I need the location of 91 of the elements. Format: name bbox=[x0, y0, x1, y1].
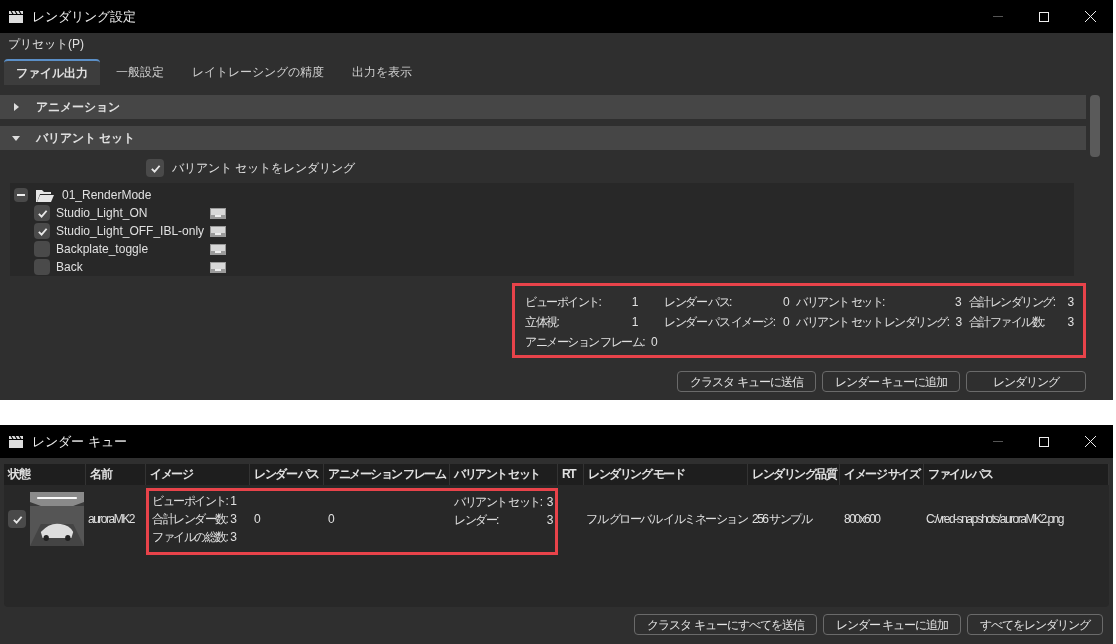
stat-label: ファイルの総数: bbox=[152, 529, 228, 546]
column-header[interactable]: 名前 bbox=[86, 464, 146, 485]
stat-label: ビューポイント: bbox=[525, 294, 602, 311]
tab[interactable]: レイトレーシングの精度 bbox=[180, 59, 336, 85]
column-header[interactable]: イメージ サイズ bbox=[840, 464, 924, 485]
checkbox[interactable] bbox=[34, 223, 50, 239]
variant-thumbnail-icon bbox=[210, 261, 226, 273]
clapperboard-icon bbox=[8, 9, 24, 24]
stat-value: 3 bbox=[229, 511, 236, 528]
dialog-button[interactable]: クラスタ キューに送信 bbox=[677, 371, 816, 392]
dialog-button[interactable]: レンダー キューに追加 bbox=[822, 614, 961, 635]
stat-label: ビューポイント: bbox=[152, 493, 228, 510]
scrollbar bbox=[1090, 95, 1100, 157]
checkbox[interactable] bbox=[34, 205, 50, 221]
stat-value: 3 bbox=[954, 294, 961, 311]
stat-label: アニメーション フレーム: bbox=[525, 334, 645, 351]
stat-value: 3 bbox=[545, 512, 552, 529]
table-cell: 0 bbox=[328, 512, 334, 526]
stat-label: 立体視: bbox=[525, 314, 560, 331]
close-icon bbox=[1084, 11, 1096, 22]
tree-item[interactable]: Studio_Light_ON bbox=[56, 204, 210, 222]
stat-label: 合計レンダー数: bbox=[152, 511, 228, 528]
tab[interactable]: ファイル出力 bbox=[4, 59, 100, 85]
stat-value: 0 bbox=[782, 314, 789, 331]
stat-value: 1 bbox=[630, 294, 637, 311]
stat-label: バリアント セット: bbox=[454, 494, 542, 511]
column-header[interactable]: バリアント セット bbox=[450, 464, 558, 485]
stat-value: 0 bbox=[650, 334, 657, 351]
clapperboard-icon bbox=[8, 434, 24, 449]
collapse-toggle[interactable] bbox=[14, 188, 28, 202]
checkbox-label: バリアント セットをレンダリング bbox=[172, 160, 356, 177]
tree-item[interactable]: Backplate_toggle bbox=[56, 240, 210, 258]
stat-value: 3 bbox=[1066, 314, 1073, 331]
stat-value: 3 bbox=[545, 494, 552, 511]
folder-icon bbox=[36, 188, 54, 202]
window-title: レンダー キュー bbox=[32, 432, 127, 451]
stat-value: 3 bbox=[1066, 294, 1073, 311]
dialog-button[interactable]: レンダー キューに追加 bbox=[821, 371, 960, 392]
tree-item[interactable]: Studio_Light_OFF_IBL-only bbox=[56, 222, 210, 240]
checkbox[interactable] bbox=[8, 510, 26, 528]
table-cell: 800x600 bbox=[844, 512, 880, 526]
stat-value: 3 bbox=[954, 314, 961, 331]
stat-label: レンダー パス: bbox=[664, 294, 733, 311]
checkbox[interactable] bbox=[34, 241, 50, 257]
stat-value: 3 bbox=[229, 529, 236, 546]
maximize-icon bbox=[1039, 436, 1049, 447]
checkbox[interactable] bbox=[34, 259, 50, 275]
maximize-icon bbox=[1039, 11, 1049, 22]
column-header[interactable]: RT bbox=[558, 464, 584, 485]
menu-item[interactable]: プリセット(P) bbox=[8, 35, 84, 53]
variant-thumbnail-icon bbox=[210, 243, 226, 255]
column-header[interactable]: レンダー パス bbox=[250, 464, 324, 485]
table-cell: 0 bbox=[254, 512, 260, 526]
dialog-button[interactable]: レンダリング bbox=[966, 371, 1086, 392]
caret-right-icon bbox=[12, 103, 20, 111]
column-header[interactable]: レンダリング品質 bbox=[748, 464, 840, 485]
tab[interactable]: 一般設定 bbox=[104, 59, 176, 85]
tab[interactable]: 出力を表示 bbox=[340, 59, 424, 85]
window-title: レンダリング設定 bbox=[32, 7, 136, 26]
stat-value: 1 bbox=[630, 314, 637, 331]
dialog-button[interactable]: すべてをレンダリング bbox=[967, 614, 1103, 635]
column-header[interactable]: ファイル パス bbox=[924, 464, 1109, 485]
stat-value: 1 bbox=[229, 493, 236, 510]
stat-label: バリアント セット: bbox=[796, 294, 886, 311]
section-header[interactable]: アニメーション bbox=[0, 95, 1086, 119]
minimize-icon bbox=[993, 441, 1003, 442]
table-cell: フル グローバル イルミネーション bbox=[586, 512, 748, 526]
checkbox[interactable] bbox=[146, 159, 164, 177]
column-header[interactable]: 状態 bbox=[4, 464, 86, 485]
stat-value: 0 bbox=[782, 294, 789, 311]
table-cell: 256 サンプル bbox=[752, 512, 812, 526]
stat-label: 合計ファイル数: bbox=[968, 314, 1046, 331]
minimize-icon bbox=[993, 16, 1003, 17]
stat-label: バリアント セット レンダリング: bbox=[796, 314, 949, 331]
variant-thumbnail-icon bbox=[210, 207, 226, 219]
column-header[interactable]: レンダリング モード bbox=[584, 464, 748, 485]
table-cell: auroraMK2 bbox=[88, 512, 134, 526]
tree-item[interactable]: Back bbox=[56, 258, 210, 276]
caret-down-icon bbox=[12, 134, 20, 142]
dialog-button[interactable]: クラスタ キューにすべてを送信 bbox=[634, 614, 817, 635]
table-cell: C:/vred-snapshots/auroraMK2.png bbox=[926, 512, 1063, 526]
stat-label: レンダー パス イメージ: bbox=[664, 314, 776, 331]
column-header[interactable]: イメージ bbox=[146, 464, 250, 485]
stat-label: レンダー: bbox=[454, 512, 500, 529]
tree-item[interactable]: 01_RenderMode bbox=[62, 186, 152, 204]
section-header[interactable]: バリアント セット bbox=[0, 126, 1086, 150]
stat-label: 合計レンダリング: bbox=[968, 294, 1056, 311]
close-icon bbox=[1084, 436, 1096, 447]
minus-icon bbox=[17, 194, 25, 196]
variant-thumbnail-icon bbox=[210, 225, 226, 237]
column-header[interactable]: アニメーション フレーム bbox=[324, 464, 450, 485]
